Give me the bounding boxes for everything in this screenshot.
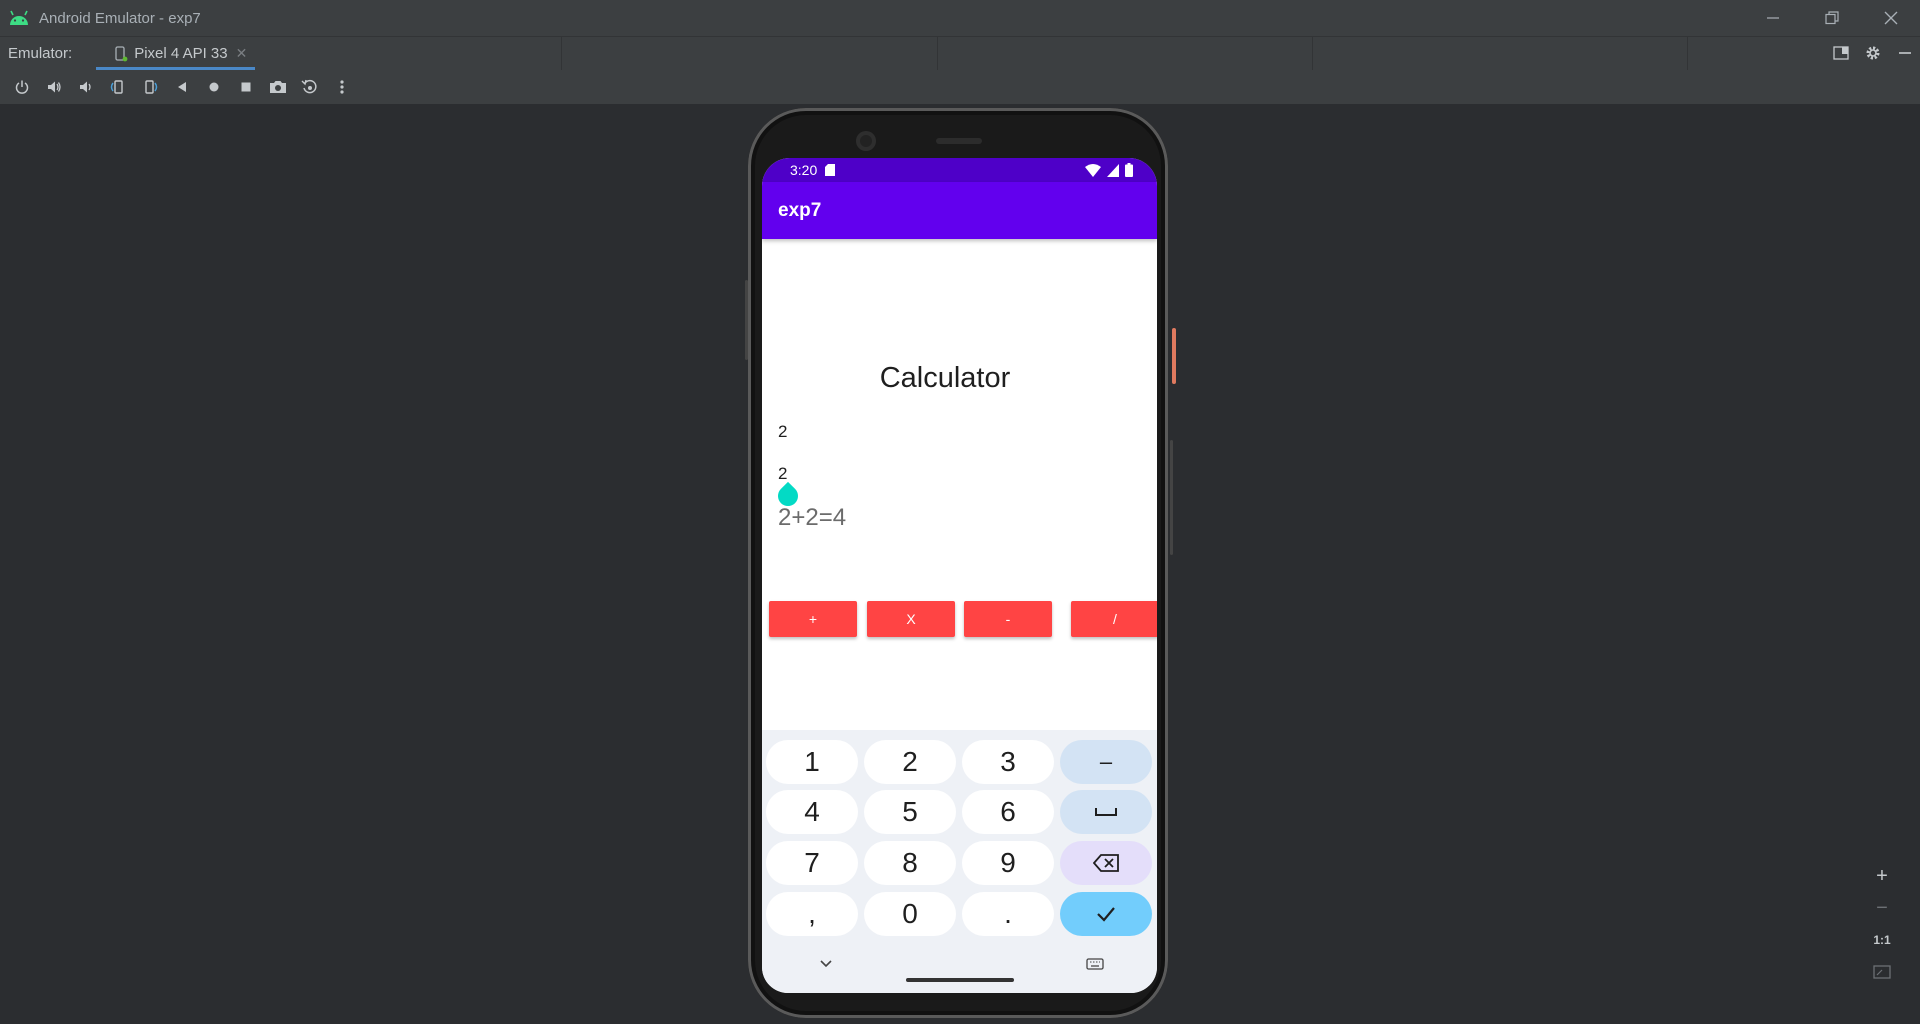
first-number-input[interactable]: 2 bbox=[778, 422, 787, 442]
chevron-down-icon[interactable] bbox=[818, 956, 834, 972]
volume-up-icon[interactable] bbox=[38, 72, 70, 102]
hide-panel-icon[interactable] bbox=[1896, 44, 1914, 62]
android-logo-icon bbox=[10, 10, 28, 25]
restore-icon[interactable] bbox=[1802, 0, 1861, 36]
emulator-tabbar: Emulator: Pixel 4 API 33 ✕ bbox=[0, 36, 1920, 70]
emulator-toolbar bbox=[0, 70, 1920, 105]
divide-button[interactable]: / bbox=[1071, 601, 1157, 637]
numeric-keyboard: 1 2 3 – 4 5 6 7 8 9 , 0 . bbox=[762, 730, 1157, 993]
subtract-button[interactable]: - bbox=[964, 601, 1052, 637]
key-0[interactable]: 0 bbox=[864, 892, 956, 936]
key-2[interactable]: 2 bbox=[864, 740, 956, 784]
checkmark-icon bbox=[1097, 907, 1115, 922]
zoom-in-button[interactable]: + bbox=[1867, 860, 1897, 892]
phone-power-button[interactable] bbox=[1172, 328, 1176, 384]
front-camera bbox=[856, 131, 876, 151]
status-bar: 3:20 bbox=[762, 158, 1157, 182]
multiply-button[interactable]: X bbox=[867, 601, 955, 637]
earpiece-speaker bbox=[936, 138, 982, 144]
key-3[interactable]: 3 bbox=[962, 740, 1054, 784]
screenshot-icon[interactable] bbox=[262, 72, 294, 102]
key-period[interactable]: . bbox=[962, 892, 1054, 936]
back-icon[interactable] bbox=[166, 72, 198, 102]
zoom-panel: + − 1:1 bbox=[1865, 860, 1899, 990]
rotate-right-icon[interactable] bbox=[134, 72, 166, 102]
key-5[interactable]: 5 bbox=[864, 790, 956, 834]
zoom-actual-size-button[interactable]: 1:1 bbox=[1867, 924, 1897, 956]
emulator-label: Emulator: bbox=[8, 45, 73, 62]
app-bar: exp7 bbox=[762, 182, 1157, 239]
home-gesture-bar[interactable] bbox=[906, 978, 1014, 982]
key-4[interactable]: 4 bbox=[766, 790, 858, 834]
key-minus[interactable]: – bbox=[1060, 740, 1152, 784]
window-titlebar: Android Emulator - exp7 bbox=[0, 0, 1920, 36]
add-button[interactable]: + bbox=[769, 601, 857, 637]
page-title: Calculator bbox=[879, 362, 1011, 394]
tab-divider bbox=[1687, 36, 1688, 70]
status-time: 3:20 bbox=[790, 162, 818, 178]
tab-divider bbox=[1312, 36, 1313, 70]
wifi-icon bbox=[1085, 163, 1101, 177]
overview-icon[interactable] bbox=[230, 72, 262, 102]
key-space[interactable] bbox=[1060, 790, 1152, 834]
key-1[interactable]: 1 bbox=[766, 740, 858, 784]
key-6[interactable]: 6 bbox=[962, 790, 1054, 834]
gear-icon[interactable] bbox=[1864, 44, 1882, 62]
phone-side-button bbox=[745, 280, 748, 360]
key-done[interactable] bbox=[1060, 892, 1152, 936]
key-7[interactable]: 7 bbox=[766, 841, 858, 885]
snapshot-icon[interactable] bbox=[294, 72, 326, 102]
device-screen[interactable]: 3:20 exp7 Calculator 2 2 2+2=4 + X - / 1… bbox=[762, 158, 1157, 993]
key-backspace[interactable] bbox=[1060, 841, 1152, 885]
phone-volume-button[interactable] bbox=[1170, 440, 1173, 555]
close-icon[interactable] bbox=[1861, 0, 1920, 36]
tab-divider bbox=[937, 36, 938, 70]
fit-screen-icon[interactable] bbox=[1867, 956, 1897, 988]
tab-device[interactable]: Pixel 4 API 33 ✕ bbox=[96, 37, 256, 70]
battery-icon bbox=[1125, 163, 1133, 177]
second-number-input[interactable]: 2 bbox=[778, 464, 787, 484]
backspace-icon bbox=[1093, 854, 1119, 872]
keyboard-switch-icon[interactable] bbox=[1086, 956, 1104, 972]
window-mode-icon[interactable] bbox=[1832, 44, 1850, 62]
minimize-icon[interactable] bbox=[1743, 0, 1802, 36]
device-icon bbox=[115, 45, 128, 61]
power-icon[interactable] bbox=[6, 72, 38, 102]
space-icon bbox=[1095, 808, 1117, 816]
more-icon[interactable] bbox=[326, 72, 358, 102]
sd-card-icon bbox=[825, 164, 836, 176]
key-comma[interactable]: , bbox=[766, 892, 858, 936]
key-9[interactable]: 9 bbox=[962, 841, 1054, 885]
volume-down-icon[interactable] bbox=[70, 72, 102, 102]
window-title: Android Emulator - exp7 bbox=[39, 9, 201, 27]
tab-divider bbox=[561, 36, 562, 70]
zoom-out-button[interactable]: − bbox=[1867, 892, 1897, 924]
result-text: 2+2=4 bbox=[778, 504, 847, 531]
app-title: exp7 bbox=[778, 199, 822, 221]
key-8[interactable]: 8 bbox=[864, 841, 956, 885]
rotate-left-icon[interactable] bbox=[102, 72, 134, 102]
tab-device-label: Pixel 4 API 33 bbox=[134, 45, 228, 62]
tab-close-icon[interactable]: ✕ bbox=[236, 45, 248, 62]
home-icon[interactable] bbox=[198, 72, 230, 102]
signal-icon bbox=[1107, 163, 1119, 177]
